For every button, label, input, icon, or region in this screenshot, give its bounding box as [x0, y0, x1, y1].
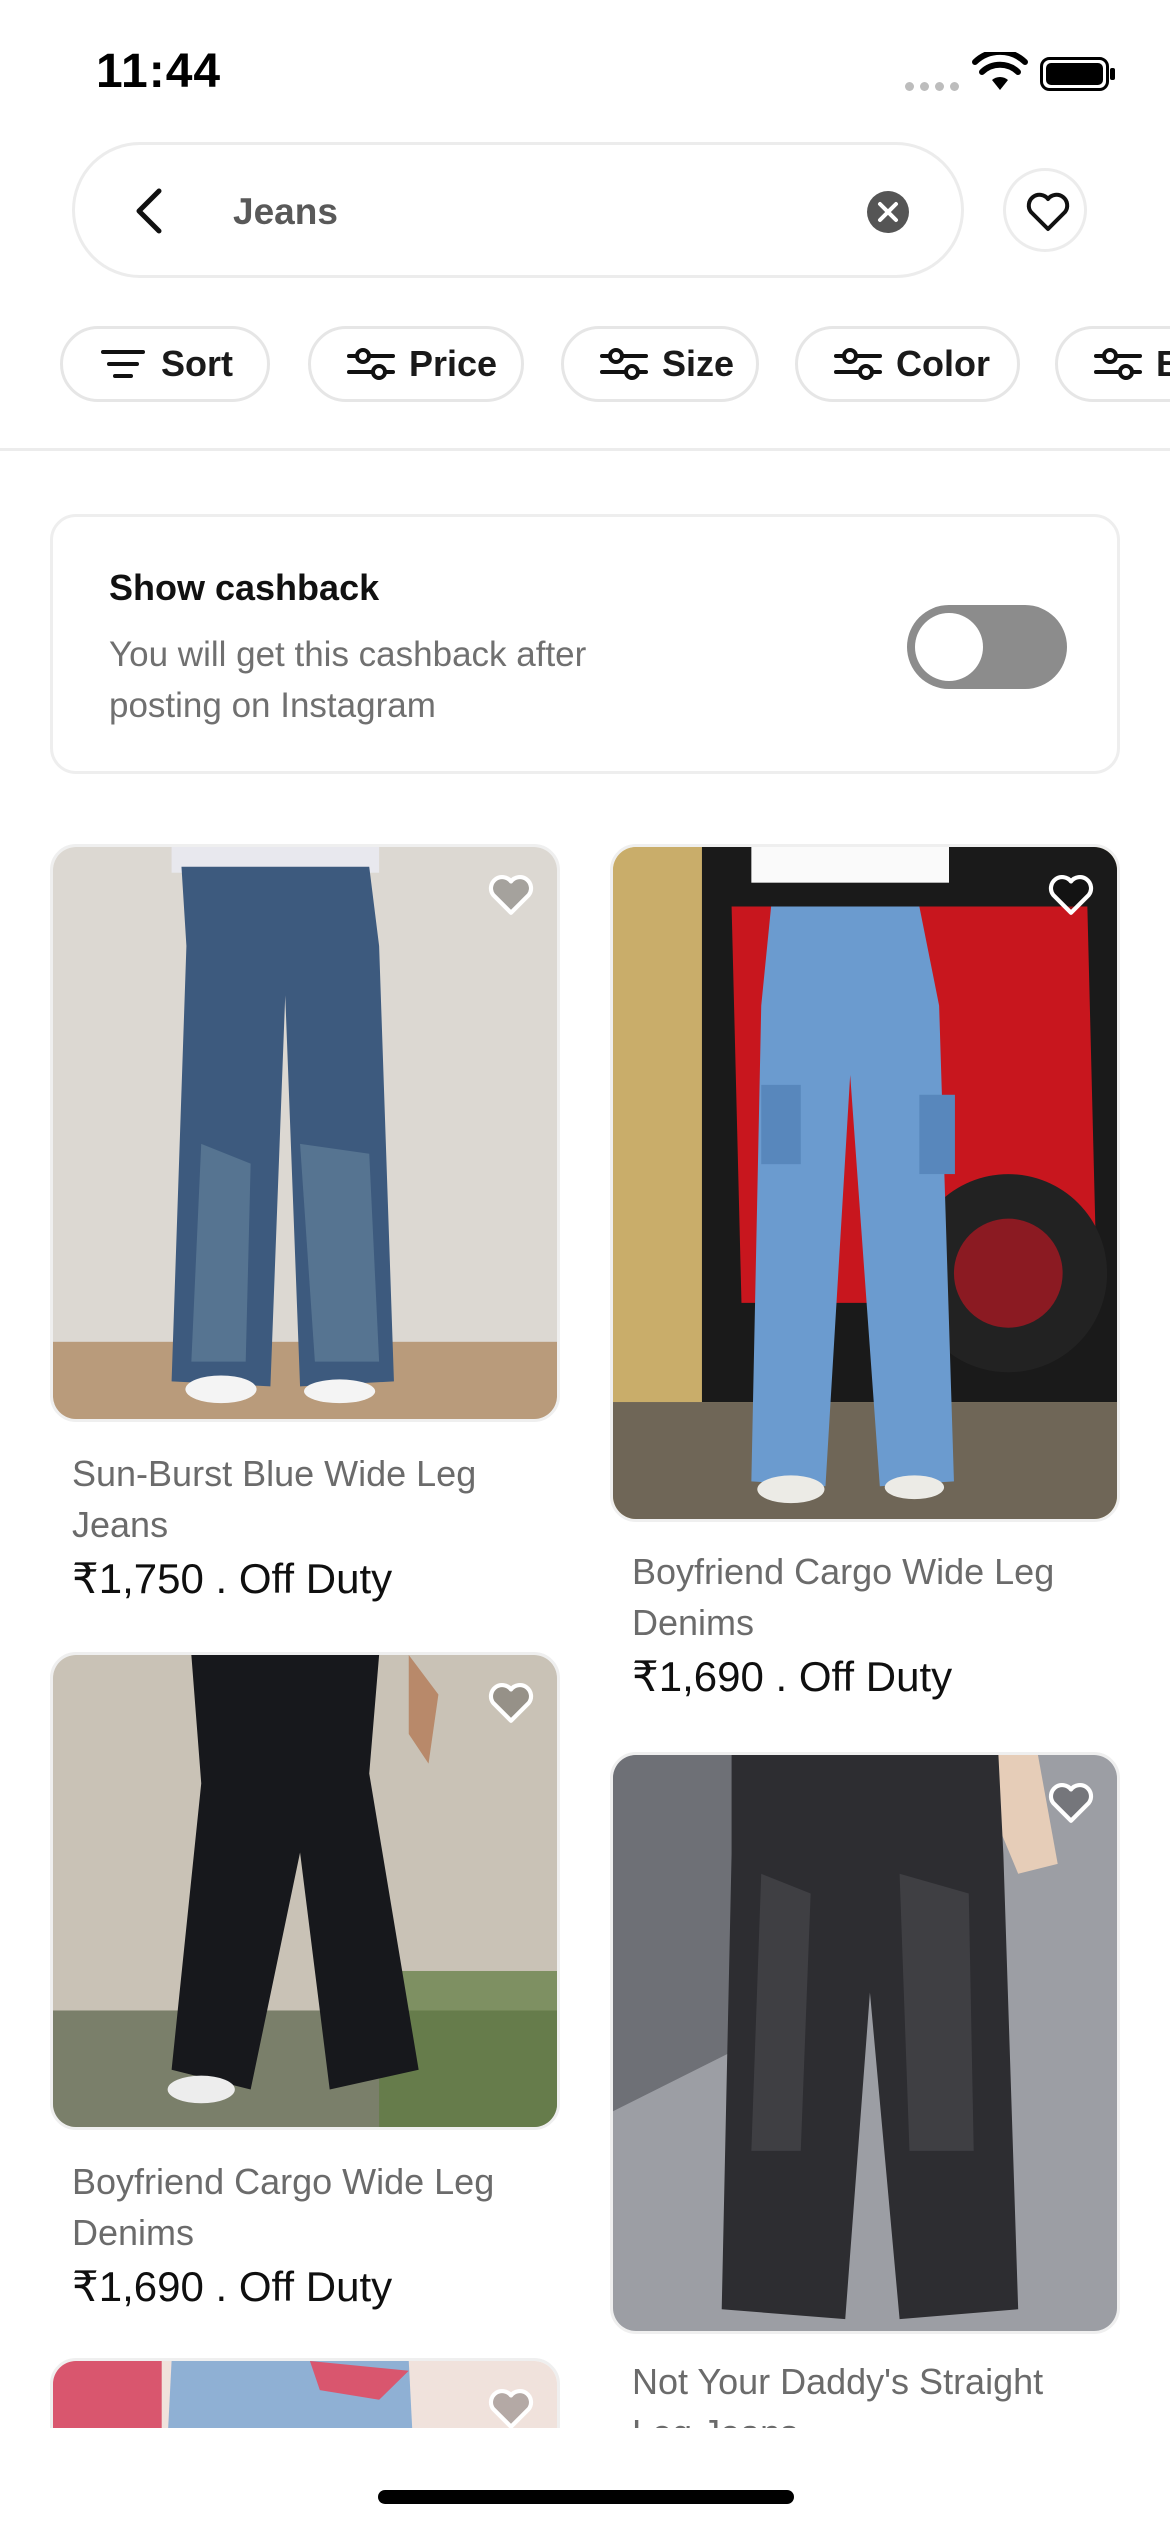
chip-label: Sort	[161, 343, 233, 384]
status-time: 11:44	[96, 45, 222, 98]
home-indicator[interactable]	[378, 2490, 794, 2504]
status-bar: 11:44	[0, 0, 1170, 130]
sliders-icon	[600, 348, 648, 380]
jeans-photo	[53, 847, 557, 1419]
header-divider	[0, 448, 1170, 451]
product-image[interactable]	[50, 844, 560, 1422]
wifi-icon	[972, 52, 1028, 90]
product-price: ₹1,690 . Off Duty	[632, 1653, 953, 1700]
cashback-title: Show cashback	[109, 567, 380, 608]
size-chip[interactable]: Size	[561, 326, 759, 402]
product-image[interactable]	[50, 2358, 560, 2428]
wishlist-button[interactable]	[1003, 168, 1087, 252]
search-bar[interactable]: Jeans	[72, 142, 964, 278]
product-grid: Sun-Burst Blue Wide Leg Jeans ₹1,750 . O…	[0, 840, 1170, 2428]
cashback-card: Show cashback You will get this cashback…	[50, 514, 1120, 774]
product-name: Sun-Burst Blue Wide Leg Jeans	[72, 1453, 477, 1545]
chip-label: Size	[662, 343, 735, 384]
product-name: Boyfriend Cargo Wide Leg Denims	[72, 2161, 495, 2253]
heart-outline-icon	[1026, 192, 1070, 231]
price-chip[interactable]: Price	[308, 326, 524, 402]
jeans-photo	[613, 847, 1117, 1519]
chip-label: Color	[896, 343, 990, 384]
product-image[interactable]	[50, 1652, 560, 2130]
color-chip[interactable]: Color	[795, 326, 1020, 402]
search-input[interactable]: Jeans	[233, 191, 338, 233]
sort-chip[interactable]: Sort	[60, 326, 270, 402]
product-image[interactable]	[610, 1752, 1120, 2334]
brand-chip[interactable]: B	[1055, 326, 1170, 402]
favorite-heart-icon[interactable]	[487, 1681, 535, 1725]
chip-label: Price	[409, 343, 498, 384]
product-name: Not Your Daddy's Straight Leg Jeans	[632, 2361, 1044, 2428]
favorite-heart-icon[interactable]	[487, 873, 535, 917]
product-price: ₹1,750 . Off Duty	[72, 1555, 393, 1602]
battery-icon	[1040, 57, 1115, 91]
sliders-icon	[1094, 348, 1142, 380]
jeans-photo	[613, 1755, 1117, 2331]
toggle-knob	[915, 613, 983, 681]
sort-icon	[101, 350, 145, 378]
back-arrow-icon[interactable]	[123, 183, 179, 239]
cellular-signal-icon	[905, 82, 959, 91]
jeans-photo	[53, 1655, 557, 2127]
cashback-toggle[interactable]	[907, 605, 1067, 689]
chip-label: B	[1156, 343, 1170, 384]
favorite-heart-icon[interactable]	[1047, 873, 1095, 917]
product-name: Boyfriend Cargo Wide Leg Denims	[632, 1551, 1055, 1643]
sliders-icon	[347, 348, 395, 380]
favorite-heart-icon[interactable]	[1047, 1781, 1095, 1825]
sliders-icon	[834, 348, 882, 380]
jeans-photo	[53, 2361, 557, 2428]
favorite-heart-icon[interactable]	[487, 2387, 535, 2428]
product-image[interactable]	[610, 844, 1120, 1522]
clear-search-icon[interactable]	[865, 189, 911, 235]
product-price: ₹1,690 . Off Duty	[72, 2263, 393, 2310]
cashback-description: You will get this cashback after posting…	[109, 635, 587, 725]
filter-chip-row: Sort Price Size Color B	[0, 326, 1170, 406]
